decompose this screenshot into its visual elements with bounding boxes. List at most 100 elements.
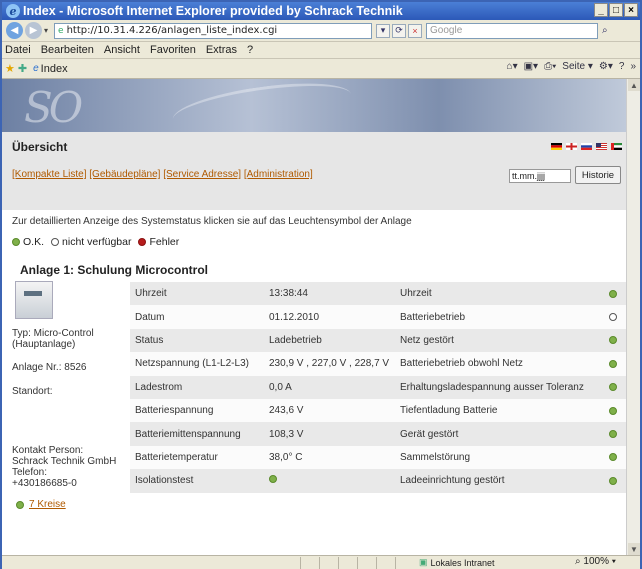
nav-links: [Kompakte Liste] [Gebäudepläne] [Service… (12, 169, 313, 180)
status-indicator (600, 430, 626, 439)
refresh-icon[interactable]: ⟳ (392, 23, 407, 38)
security-zone[interactable]: ▣ Lokales Intranet (419, 557, 495, 568)
status-dot-icon[interactable] (609, 336, 617, 345)
back-button[interactable]: ◀ (6, 22, 23, 39)
print-icon[interactable]: ⎙▾ (544, 61, 556, 72)
status-dot-icon[interactable] (609, 383, 617, 392)
page-icon: e (33, 63, 39, 74)
zoom-control[interactable]: ⌕ 100% ▾ (575, 556, 616, 567)
flag-russia-icon[interactable] (581, 143, 592, 150)
measure-label: Batteriespannung (135, 405, 214, 417)
intranet-icon: ▣ (419, 557, 428, 567)
measure-label: Status (135, 334, 164, 346)
circuits-link[interactable]: 7 Kreise (29, 499, 66, 510)
status-dot-icon[interactable] (609, 476, 617, 485)
favorites-star-icon[interactable]: ★ (5, 62, 15, 75)
legend-ok: O.K. (23, 236, 45, 248)
status-dot-icon[interactable] (609, 453, 617, 462)
table-row: Isolationstest Ladeeinrichtung gestört (130, 469, 626, 493)
status-indicator (600, 383, 626, 392)
measure-value: 108,3 V (269, 428, 304, 440)
page-menu-label: Seite (562, 61, 586, 72)
tab-index[interactable]: e Index (33, 63, 67, 75)
more-commands[interactable]: » (630, 61, 636, 72)
status-dot-icon[interactable] (609, 313, 617, 322)
menu-file[interactable]: Datei (5, 44, 31, 56)
address-dropdown-icon[interactable]: ▾ (376, 23, 391, 38)
scroll-down-icon[interactable]: ▼ (628, 543, 640, 555)
status-label: Erhaltungsladespannung ausser Toleranz (400, 381, 584, 393)
status-label: Sammelstörung (400, 451, 471, 463)
contact-line2: Schrack Technik GmbH (12, 456, 117, 467)
help-icon[interactable]: ? (619, 61, 625, 72)
stop-icon[interactable]: × (408, 23, 423, 38)
legend-error: Fehler (149, 236, 180, 248)
status-dot-icon[interactable] (609, 289, 617, 298)
forward-button[interactable]: ▶ (25, 22, 42, 39)
scroll-up-icon[interactable]: ▲ (628, 79, 640, 91)
flag-uae-icon[interactable] (611, 143, 622, 150)
device-image[interactable] (15, 281, 53, 319)
page-menu[interactable]: Seite ▾ (562, 61, 593, 72)
status-indicator (600, 453, 626, 462)
link-compact-list[interactable]: [Kompakte Liste] (12, 169, 86, 180)
history-dropdown-icon[interactable]: ▾ (44, 26, 48, 35)
schrack-banner: SO (2, 79, 626, 132)
feeds-icon[interactable]: ▣▾ (524, 61, 538, 72)
measure-label: Netzspannung (L1-L2-L3) (135, 358, 249, 370)
link-administration[interactable]: [Administration] (244, 169, 313, 180)
measure-label: Batteriemittenspannung (135, 428, 241, 440)
maximize-button[interactable]: □ (609, 3, 623, 17)
table-row: Datum 01.12.2010 Batteriebetrieb (130, 305, 626, 329)
flag-uk-icon[interactable] (566, 143, 577, 150)
measure-value: 01.12.2010 (269, 311, 320, 323)
add-favorites-icon[interactable]: ✚ (18, 62, 27, 75)
date-input[interactable]: tt.mm.jjjj (509, 169, 571, 183)
tools-gear-icon[interactable]: ⚙▾ (599, 61, 613, 72)
menu-help[interactable]: ? (247, 44, 253, 56)
minimize-button[interactable]: _ (594, 3, 608, 17)
home-icon[interactable]: ⌂▾ (507, 61, 518, 72)
menu-view[interactable]: Ansicht (104, 44, 140, 56)
flag-germany-icon[interactable] (551, 143, 562, 150)
banner-logo-icon: SO (24, 83, 83, 132)
link-service-address[interactable]: [Service Adresse] (163, 169, 241, 180)
tab-label: Index (40, 62, 68, 75)
search-icon[interactable]: ⌕ (602, 25, 608, 36)
status-dot-icon[interactable] (609, 359, 617, 368)
legend-unavailable: nicht verfügbar (62, 236, 132, 248)
measure-value: 13:38:44 (269, 288, 308, 300)
value-status-dot-icon[interactable] (269, 475, 277, 484)
menu-edit[interactable]: Bearbeiten (41, 44, 94, 56)
close-button[interactable]: × (624, 3, 638, 17)
flag-usa-icon[interactable] (596, 143, 607, 150)
vertical-scrollbar[interactable]: ▲ ▼ (626, 79, 640, 555)
menu-tools[interactable]: Extras (206, 44, 237, 56)
history-button[interactable]: Historie (575, 166, 621, 184)
status-label: Gerät gestört (400, 428, 459, 440)
plant-type-line2: (Hauptanlage) (12, 339, 76, 350)
menu-favorites[interactable]: Favoriten (150, 44, 196, 56)
link-building-plans[interactable]: [Gebäudepläne] (89, 169, 160, 180)
search-input[interactable]: Google (426, 22, 599, 39)
table-row: Status Ladebetrieb Netz gestört (130, 328, 626, 353)
zoom-dropdown-icon[interactable]: ▾ (612, 556, 616, 567)
ie-logo-icon: e (6, 4, 20, 18)
zone-label: Lokales Intranet (430, 557, 495, 568)
window-title: Index - Microsoft Internet Explorer prov… (23, 4, 403, 18)
tab-bar: ★ ✚ e Index ⌂▾ ▣▾ ⎙▾ Seite ▾ ⚙▾ ? » (2, 59, 640, 79)
status-label: Netz gestört (400, 334, 454, 346)
command-bar: ⌂▾ ▣▾ ⎙▾ Seite ▾ ⚙▾ ? » (507, 61, 636, 72)
address-input[interactable]: e http://10.31.4.226/anlagen_liste_index… (54, 22, 373, 39)
status-label: Ladeeinrichtung gestört (400, 475, 505, 487)
status-dot-icon[interactable] (609, 430, 617, 439)
contact-line4: +430186685-0 (12, 478, 77, 489)
status-indicator (600, 359, 626, 368)
measure-value: 243,6 V (269, 405, 304, 417)
status-indicator (600, 289, 626, 298)
circuits-status-icon (16, 500, 24, 509)
status-indicator (600, 336, 626, 345)
table-row: Ladestrom 0,0 A Erhaltungsladespannung aus… (130, 375, 626, 399)
page-title: Übersicht (12, 140, 68, 154)
status-dot-icon[interactable] (609, 406, 617, 415)
